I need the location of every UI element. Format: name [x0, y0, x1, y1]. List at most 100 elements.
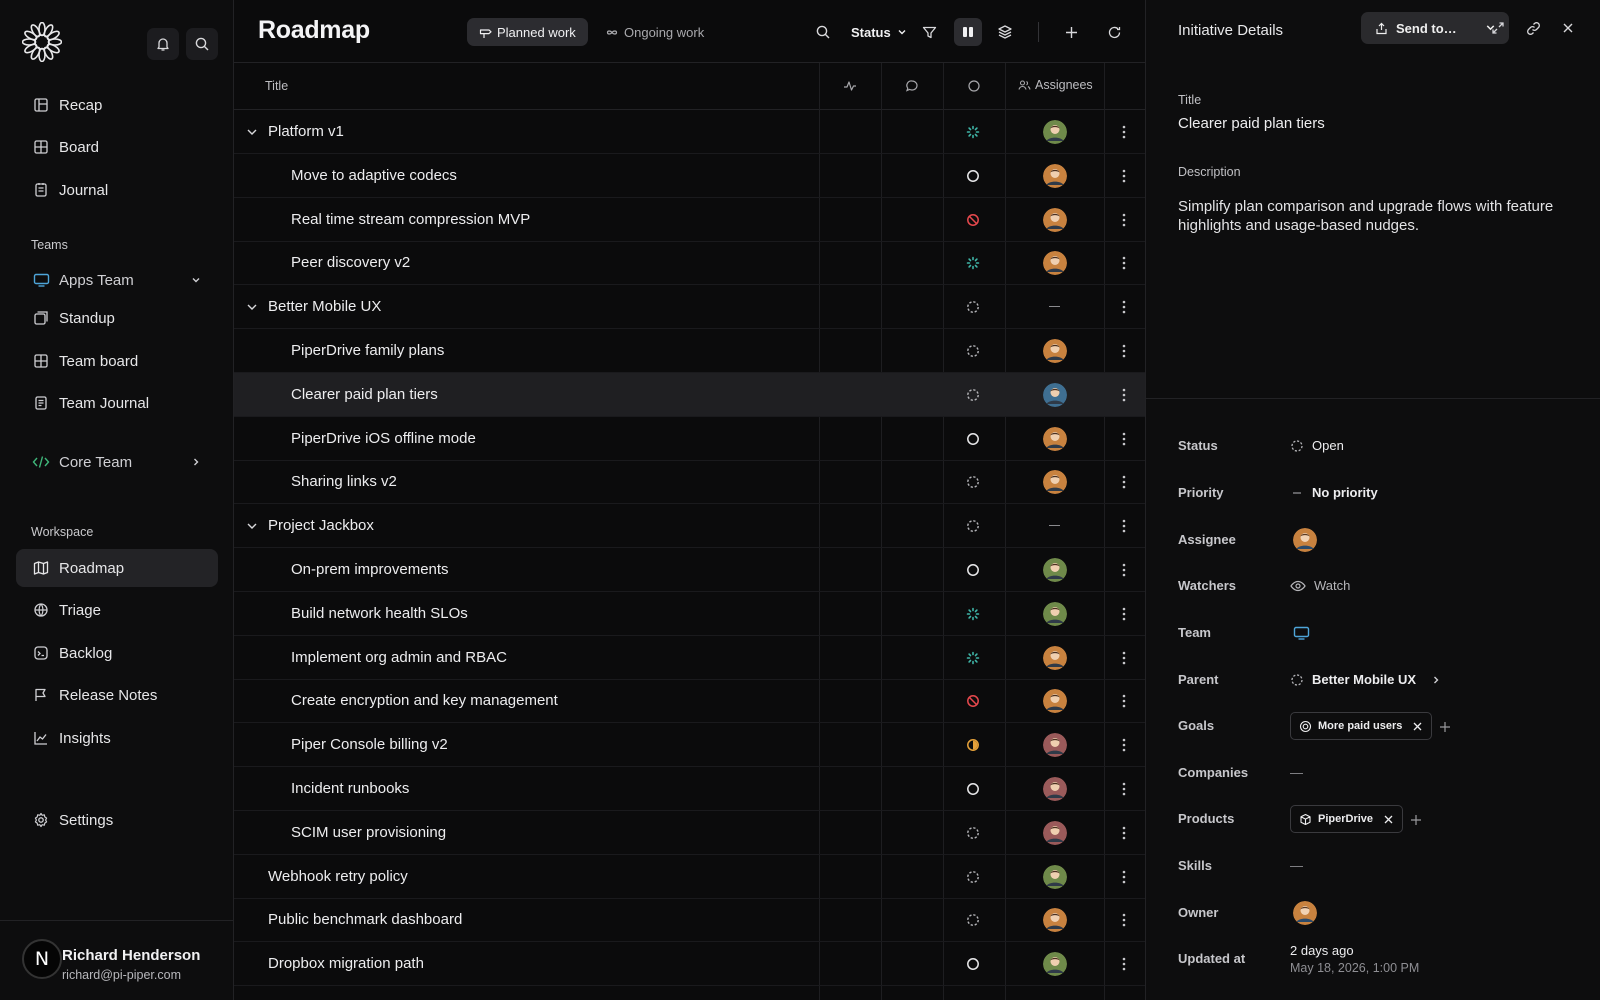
- table-row[interactable]: Public benchmark dashboard: [234, 898, 1145, 943]
- more-icon[interactable]: [1122, 606, 1126, 622]
- status-open-icon[interactable]: [965, 518, 981, 534]
- owner-avatar[interactable]: [1293, 901, 1317, 925]
- status-column-icon[interactable]: [966, 78, 982, 94]
- nav-journal[interactable]: Journal: [16, 171, 218, 209]
- column-assignees-header[interactable]: Assignees: [1018, 78, 1093, 92]
- table-row[interactable]: Better Mobile UX: [234, 285, 1145, 330]
- more-icon[interactable]: [1122, 693, 1126, 709]
- priority-value[interactable]: No priority: [1290, 485, 1378, 500]
- filter-button[interactable]: [915, 18, 943, 46]
- status-blocked-icon[interactable]: [965, 212, 981, 228]
- more-icon[interactable]: [1122, 825, 1126, 841]
- status-in-review-icon[interactable]: [965, 737, 981, 753]
- assignee-avatar[interactable]: [1043, 339, 1067, 363]
- assignee-avatar[interactable]: [1043, 558, 1067, 582]
- search-button[interactable]: [186, 28, 218, 60]
- nav-recap[interactable]: Recap: [16, 86, 218, 124]
- table-row[interactable]: Webhook retry policy: [234, 855, 1145, 899]
- nav-team-journal[interactable]: Team Journal: [16, 384, 218, 422]
- assignee-avatar[interactable]: [1043, 820, 1067, 845]
- more-icon[interactable]: [1122, 474, 1126, 490]
- nav-board[interactable]: Board: [16, 128, 218, 166]
- assignee-avatar[interactable]: [1043, 601, 1067, 626]
- nav-backlog[interactable]: Backlog: [16, 634, 218, 672]
- nav-triage[interactable]: Triage: [16, 591, 218, 629]
- status-blocked-icon[interactable]: [965, 693, 981, 709]
- status-open-icon[interactable]: [965, 343, 981, 359]
- more-icon[interactable]: [1122, 737, 1126, 753]
- table-row[interactable]: Piper Console billing v2: [234, 723, 1145, 768]
- assignee-avatar[interactable]: [1043, 908, 1067, 933]
- skills-value[interactable]: —: [1290, 858, 1303, 873]
- status-filter-dropdown[interactable]: Status: [851, 18, 908, 46]
- table-row[interactable]: On-prem improvements: [234, 548, 1145, 592]
- add-goal-icon[interactable]: [1438, 720, 1452, 734]
- companies-value[interactable]: —: [1290, 765, 1303, 780]
- status-in-progress-icon[interactable]: [965, 124, 981, 140]
- status-todo-icon[interactable]: [965, 562, 981, 578]
- watch-button[interactable]: Watch: [1290, 578, 1350, 593]
- team-value[interactable]: [1290, 625, 1318, 641]
- table-row[interactable]: Create encryption and key management: [234, 679, 1145, 724]
- more-icon[interactable]: [1122, 299, 1126, 315]
- status-todo-icon[interactable]: [965, 781, 981, 797]
- table-row[interactable]: Build network health SLOs: [234, 592, 1145, 636]
- status-open-icon[interactable]: [965, 299, 981, 315]
- table-row[interactable]: Project Jackbox: [234, 504, 1145, 549]
- app-logo-icon[interactable]: [22, 22, 62, 62]
- more-icon[interactable]: [1122, 956, 1126, 972]
- add-button[interactable]: [1057, 18, 1085, 46]
- status-todo-icon[interactable]: [965, 168, 981, 184]
- chevron-right-icon[interactable]: [190, 455, 202, 472]
- team-core[interactable]: Core Team: [16, 443, 218, 481]
- table-row[interactable]: PiperDrive iOS offline mode: [234, 417, 1145, 461]
- close-icon[interactable]: [1559, 19, 1577, 37]
- table-row[interactable]: Implement org admin and RBAC: [234, 636, 1145, 680]
- assignee-avatar[interactable]: [1043, 777, 1067, 801]
- status-open-icon[interactable]: [965, 387, 981, 403]
- add-product-icon[interactable]: [1409, 813, 1423, 827]
- more-icon[interactable]: [1122, 562, 1126, 578]
- remove-product-icon[interactable]: [1383, 814, 1394, 825]
- status-in-progress-icon[interactable]: [965, 255, 981, 271]
- assignee-avatar[interactable]: [1043, 163, 1067, 188]
- assignee-avatar[interactable]: [1043, 645, 1067, 670]
- chevron-down-icon[interactable]: [244, 124, 260, 140]
- assignee-avatar[interactable]: [1043, 733, 1067, 758]
- table-row[interactable]: PiperDrive family plans: [234, 329, 1145, 373]
- table-row[interactable]: Dropbox migration path: [234, 942, 1145, 987]
- parent-value[interactable]: Better Mobile UX: [1290, 672, 1442, 687]
- chevron-down-icon[interactable]: [190, 273, 202, 290]
- title-field[interactable]: Clearer paid plan tiers: [1178, 115, 1325, 132]
- activity-icon[interactable]: [842, 78, 858, 94]
- tab-ongoing-work[interactable]: Ongoing work: [593, 18, 716, 46]
- table-row[interactable]: Sharing links v2: [234, 460, 1145, 505]
- send-to-button[interactable]: Send to…: [1361, 12, 1509, 44]
- table-row[interactable]: Platform v1: [234, 110, 1145, 154]
- more-icon[interactable]: [1122, 912, 1126, 928]
- more-icon[interactable]: [1122, 387, 1126, 403]
- search-button[interactable]: [809, 18, 837, 46]
- column-title-header[interactable]: Title: [265, 79, 288, 93]
- more-icon[interactable]: [1122, 518, 1126, 534]
- product-chip[interactable]: PiperDrive: [1290, 805, 1404, 833]
- table-row[interactable]: Move to adaptive codecs: [234, 154, 1145, 198]
- status-open-icon[interactable]: [965, 825, 981, 841]
- expand-icon[interactable]: [1489, 19, 1507, 37]
- refresh-button[interactable]: [1100, 18, 1128, 46]
- more-icon[interactable]: [1122, 781, 1126, 797]
- more-icon[interactable]: [1122, 212, 1126, 228]
- layers-button[interactable]: [991, 18, 1019, 46]
- more-icon[interactable]: [1122, 124, 1126, 140]
- assignee-avatar[interactable]: [1043, 207, 1067, 232]
- remove-goal-icon[interactable]: [1412, 721, 1423, 732]
- more-icon[interactable]: [1122, 431, 1126, 447]
- assignee-avatar[interactable]: [1043, 120, 1067, 144]
- status-in-progress-icon[interactable]: [965, 606, 981, 622]
- goal-chip[interactable]: More paid users: [1290, 712, 1433, 740]
- comment-icon[interactable]: [904, 78, 920, 94]
- assignee-avatar[interactable]: [1043, 864, 1067, 889]
- table-row[interactable]: Peer discovery v2: [234, 241, 1145, 286]
- tab-planned-work[interactable]: Planned work: [467, 18, 588, 46]
- nav-insights[interactable]: Insights: [16, 719, 218, 757]
